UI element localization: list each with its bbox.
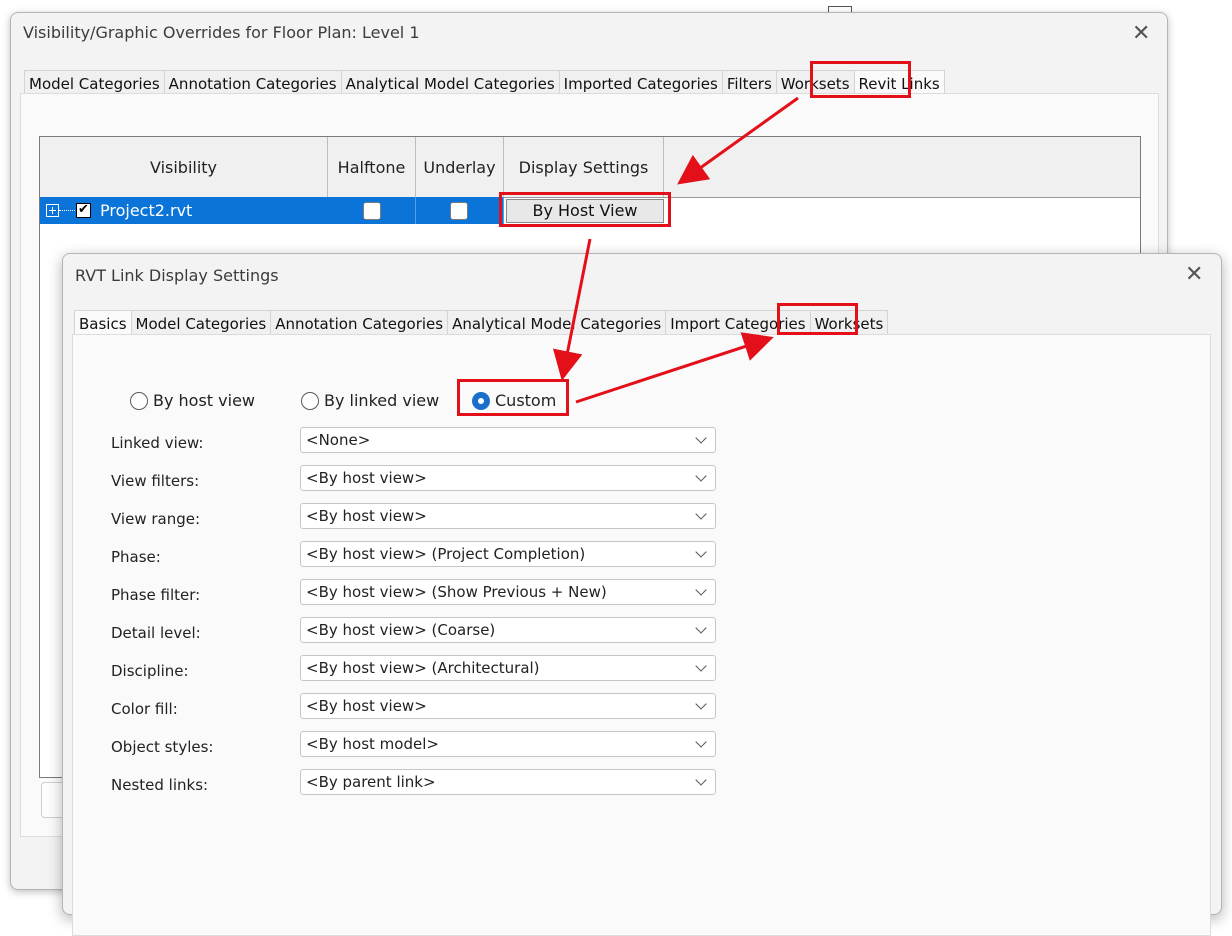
arrow-to-display-settings <box>677 96 799 185</box>
arrow-to-custom-radio <box>552 238 592 381</box>
arrow-to-worksets-tab <box>575 332 774 404</box>
annotation-arrows <box>552 96 799 404</box>
